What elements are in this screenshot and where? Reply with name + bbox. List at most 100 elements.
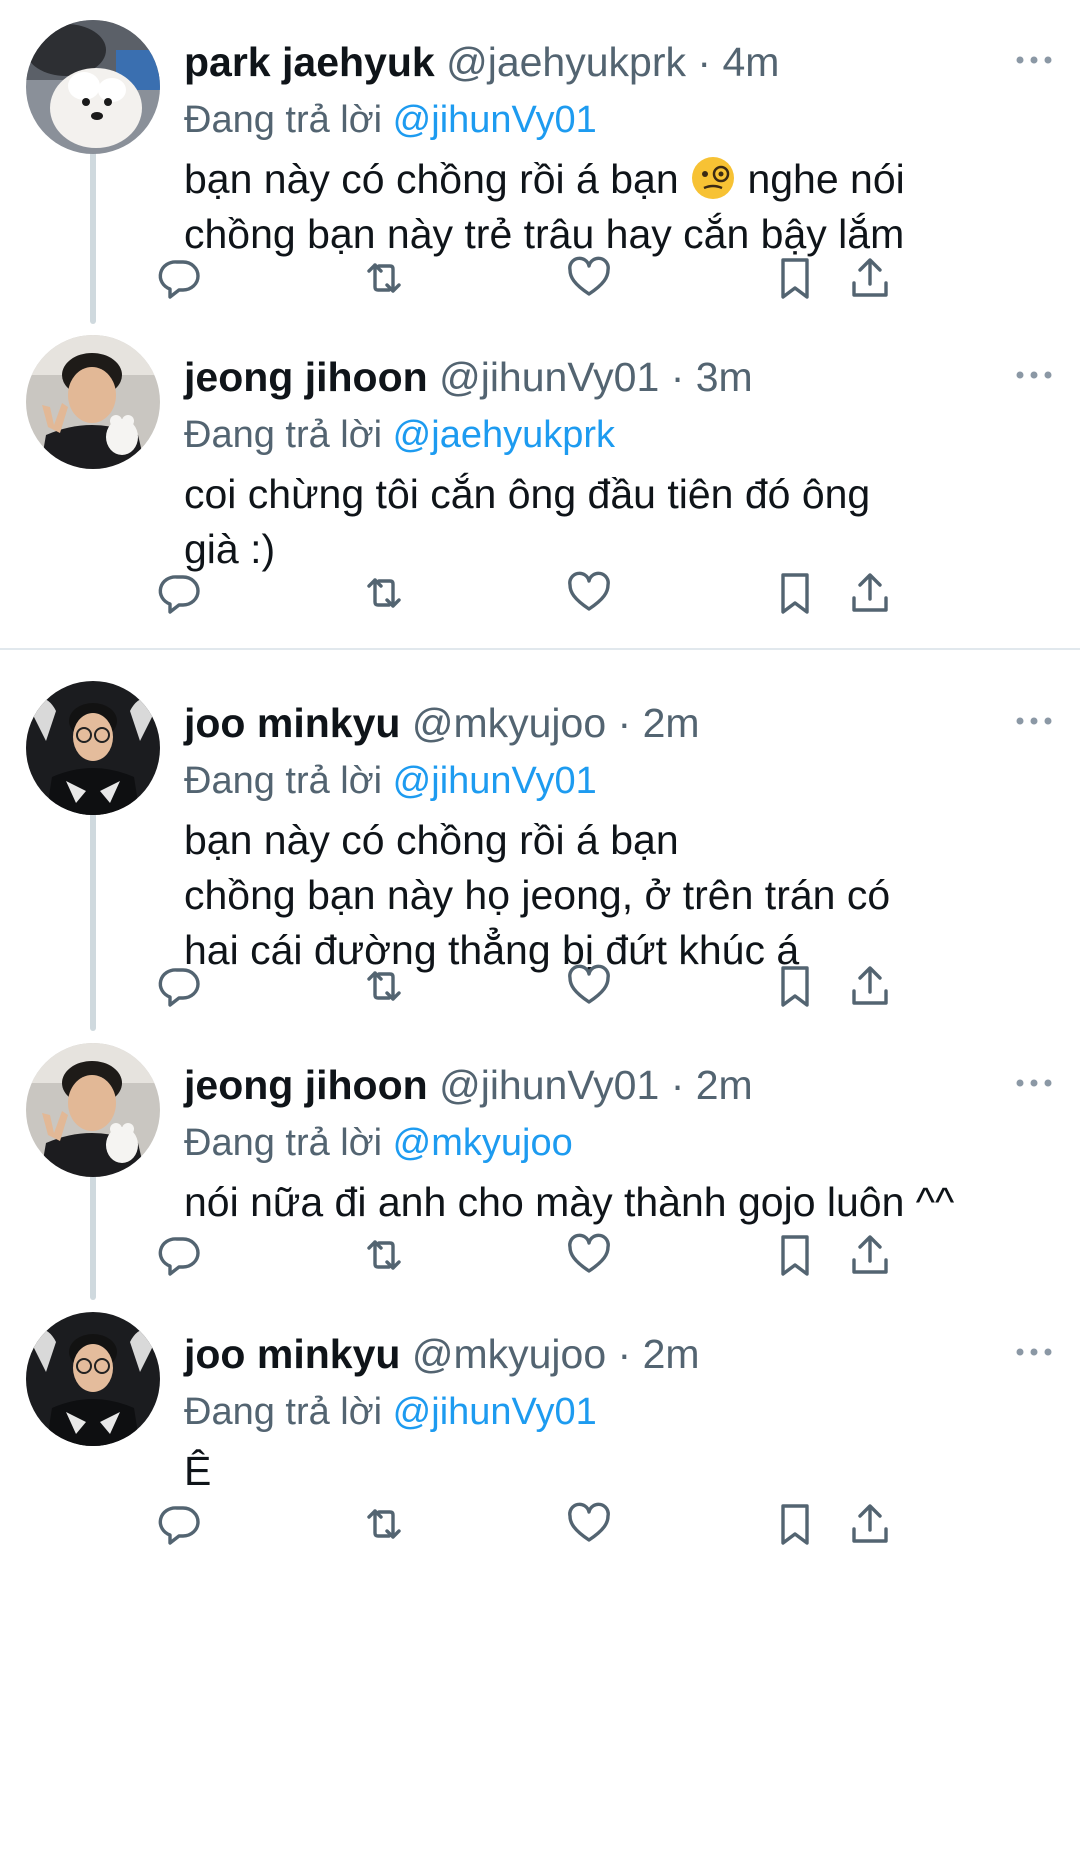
bookmark-icon[interactable]	[765, 248, 825, 308]
user-handle[interactable]: @mkyujoo	[412, 1331, 606, 1377]
tweet-text: bạn này có chồng rồi á bạn nghe nói chồn…	[184, 152, 1044, 262]
heart-icon[interactable]	[559, 1225, 619, 1285]
tweet-text: coi chừng tôi cắn ông đầu tiên đó ông gi…	[184, 467, 1044, 577]
tweet-header: park jaehyuk @jaehyukprk · 4m	[184, 34, 1040, 90]
avatar-person-image	[26, 335, 160, 469]
retweet-icon[interactable]	[354, 956, 414, 1016]
avatar-dog-image	[26, 20, 160, 154]
more-icon[interactable]	[1008, 1326, 1060, 1378]
avatar[interactable]	[26, 335, 160, 469]
more-icon[interactable]	[1008, 34, 1060, 86]
tweet-text-segment: bạn này có chồng rồi á bạn	[184, 156, 679, 202]
avatar-person-glasses-image	[26, 1312, 160, 1446]
more-icon[interactable]	[1008, 349, 1060, 401]
tweet-actions	[0, 563, 1080, 623]
display-name[interactable]: joo minkyu	[184, 1331, 400, 1377]
mention-link[interactable]: @jihunVy01	[393, 1391, 597, 1433]
tweet-header: jeong jihoon @jihunVy01 · 2m	[184, 1057, 1040, 1113]
more-icon[interactable]	[1008, 695, 1060, 747]
reply-icon[interactable]	[150, 1494, 210, 1554]
share-icon[interactable]	[840, 563, 900, 623]
timestamp[interactable]: 3m	[696, 354, 753, 400]
tweet-actions	[0, 1494, 1080, 1554]
tweet-actions	[0, 248, 1080, 308]
tweet-text-line: bạn này có chồng rồi á bạn nghe nói	[184, 152, 1044, 207]
display-name[interactable]: jeong jihoon	[184, 1062, 428, 1108]
tweet-header: joo minkyu @mkyujoo · 2m	[184, 1326, 1040, 1382]
retweet-icon[interactable]	[354, 248, 414, 308]
replying-to: Đang trả lời @jihunVy01	[184, 1384, 597, 1440]
share-icon[interactable]	[840, 248, 900, 308]
user-handle[interactable]: @jihunVy01	[439, 354, 659, 400]
reply-icon[interactable]	[150, 563, 210, 623]
more-icon[interactable]	[1008, 1057, 1060, 1109]
separator-dot: ·	[670, 1062, 685, 1108]
display-name[interactable]: jeong jihoon	[184, 354, 428, 400]
tweet-header: jeong jihoon @jihunVy01 · 3m	[184, 349, 1040, 405]
user-handle[interactable]: @jihunVy01	[439, 1062, 659, 1108]
avatar[interactable]	[26, 20, 160, 154]
tweet-text-line: coi chừng tôi cắn ông đầu tiên đó ông	[184, 471, 871, 517]
tweet-actions	[0, 1225, 1080, 1285]
tweet-text: Ê	[184, 1444, 1044, 1499]
mention-link[interactable]: @jihunVy01	[393, 760, 597, 802]
tweet-text-line: bạn này có chồng rồi á bạn	[184, 817, 679, 863]
tweet-actions	[0, 956, 1080, 1016]
bookmark-icon[interactable]	[765, 1225, 825, 1285]
tweet-text: bạn này có chồng rồi á bạn chồng bạn này…	[184, 813, 1044, 978]
replying-to: Đang trả lời @jihunVy01	[184, 753, 597, 809]
user-handle[interactable]: @jaehyukprk	[446, 39, 686, 85]
mention-link[interactable]: @jaehyukprk	[393, 414, 615, 456]
share-icon[interactable]	[840, 956, 900, 1016]
heart-icon[interactable]	[559, 563, 619, 623]
display-name[interactable]: park jaehyuk	[184, 39, 435, 85]
replying-to: Đang trả lời @mkyujoo	[184, 1115, 573, 1171]
tweet-text-segment: nghe nói	[736, 156, 905, 202]
bookmark-icon[interactable]	[765, 1494, 825, 1554]
face-with-monocle-icon	[690, 155, 736, 201]
avatar[interactable]	[26, 1312, 160, 1446]
timestamp[interactable]: 2m	[643, 700, 700, 746]
avatar[interactable]	[26, 1043, 160, 1177]
bookmark-icon[interactable]	[765, 956, 825, 1016]
replying-to: Đang trả lời @jihunVy01	[184, 92, 597, 148]
reply-icon[interactable]	[150, 956, 210, 1016]
retweet-icon[interactable]	[354, 1494, 414, 1554]
tweet-header: joo minkyu @mkyujoo · 2m	[184, 695, 1040, 751]
avatar-person-image	[26, 1043, 160, 1177]
timestamp[interactable]: 2m	[643, 1331, 700, 1377]
share-icon[interactable]	[840, 1225, 900, 1285]
replying-to-label: Đang trả lời	[184, 1122, 383, 1164]
separator-dot: ·	[670, 354, 685, 400]
mention-link[interactable]: @mkyujoo	[393, 1122, 573, 1164]
heart-icon[interactable]	[559, 1494, 619, 1554]
tweet-text-line: nói nữa đi anh cho mày thành gojo luôn ^…	[184, 1179, 955, 1225]
timestamp[interactable]: 2m	[696, 1062, 753, 1108]
reply-icon[interactable]	[150, 248, 210, 308]
avatar[interactable]	[26, 681, 160, 815]
replying-to-label: Đang trả lời	[184, 1391, 383, 1433]
conversation-divider	[0, 648, 1080, 650]
replying-to: Đang trả lời @jaehyukprk	[184, 407, 615, 463]
user-handle[interactable]: @mkyujoo	[412, 700, 606, 746]
tweet-text-line: Ê	[184, 1448, 212, 1494]
separator-dot: ·	[617, 700, 632, 746]
reply-icon[interactable]	[150, 1225, 210, 1285]
mention-link[interactable]: @jihunVy01	[393, 99, 597, 141]
retweet-icon[interactable]	[354, 563, 414, 623]
bookmark-icon[interactable]	[765, 563, 825, 623]
reply-feed: park jaehyuk @jaehyukprk · 4m Đang trả l…	[0, 0, 1080, 1853]
separator-dot: ·	[697, 39, 712, 85]
heart-icon[interactable]	[559, 248, 619, 308]
tweet-text-line: chồng bạn này họ jeong, ở trên trán có	[184, 872, 891, 918]
retweet-icon[interactable]	[354, 1225, 414, 1285]
avatar-person-glasses-image	[26, 681, 160, 815]
separator-dot: ·	[617, 1331, 632, 1377]
timestamp[interactable]: 4m	[722, 39, 779, 85]
heart-icon[interactable]	[559, 956, 619, 1016]
share-icon[interactable]	[840, 1494, 900, 1554]
replying-to-label: Đang trả lời	[184, 99, 383, 141]
replying-to-label: Đang trả lời	[184, 760, 383, 802]
display-name[interactable]: joo minkyu	[184, 700, 400, 746]
tweet-text: nói nữa đi anh cho mày thành gojo luôn ^…	[184, 1175, 1044, 1230]
